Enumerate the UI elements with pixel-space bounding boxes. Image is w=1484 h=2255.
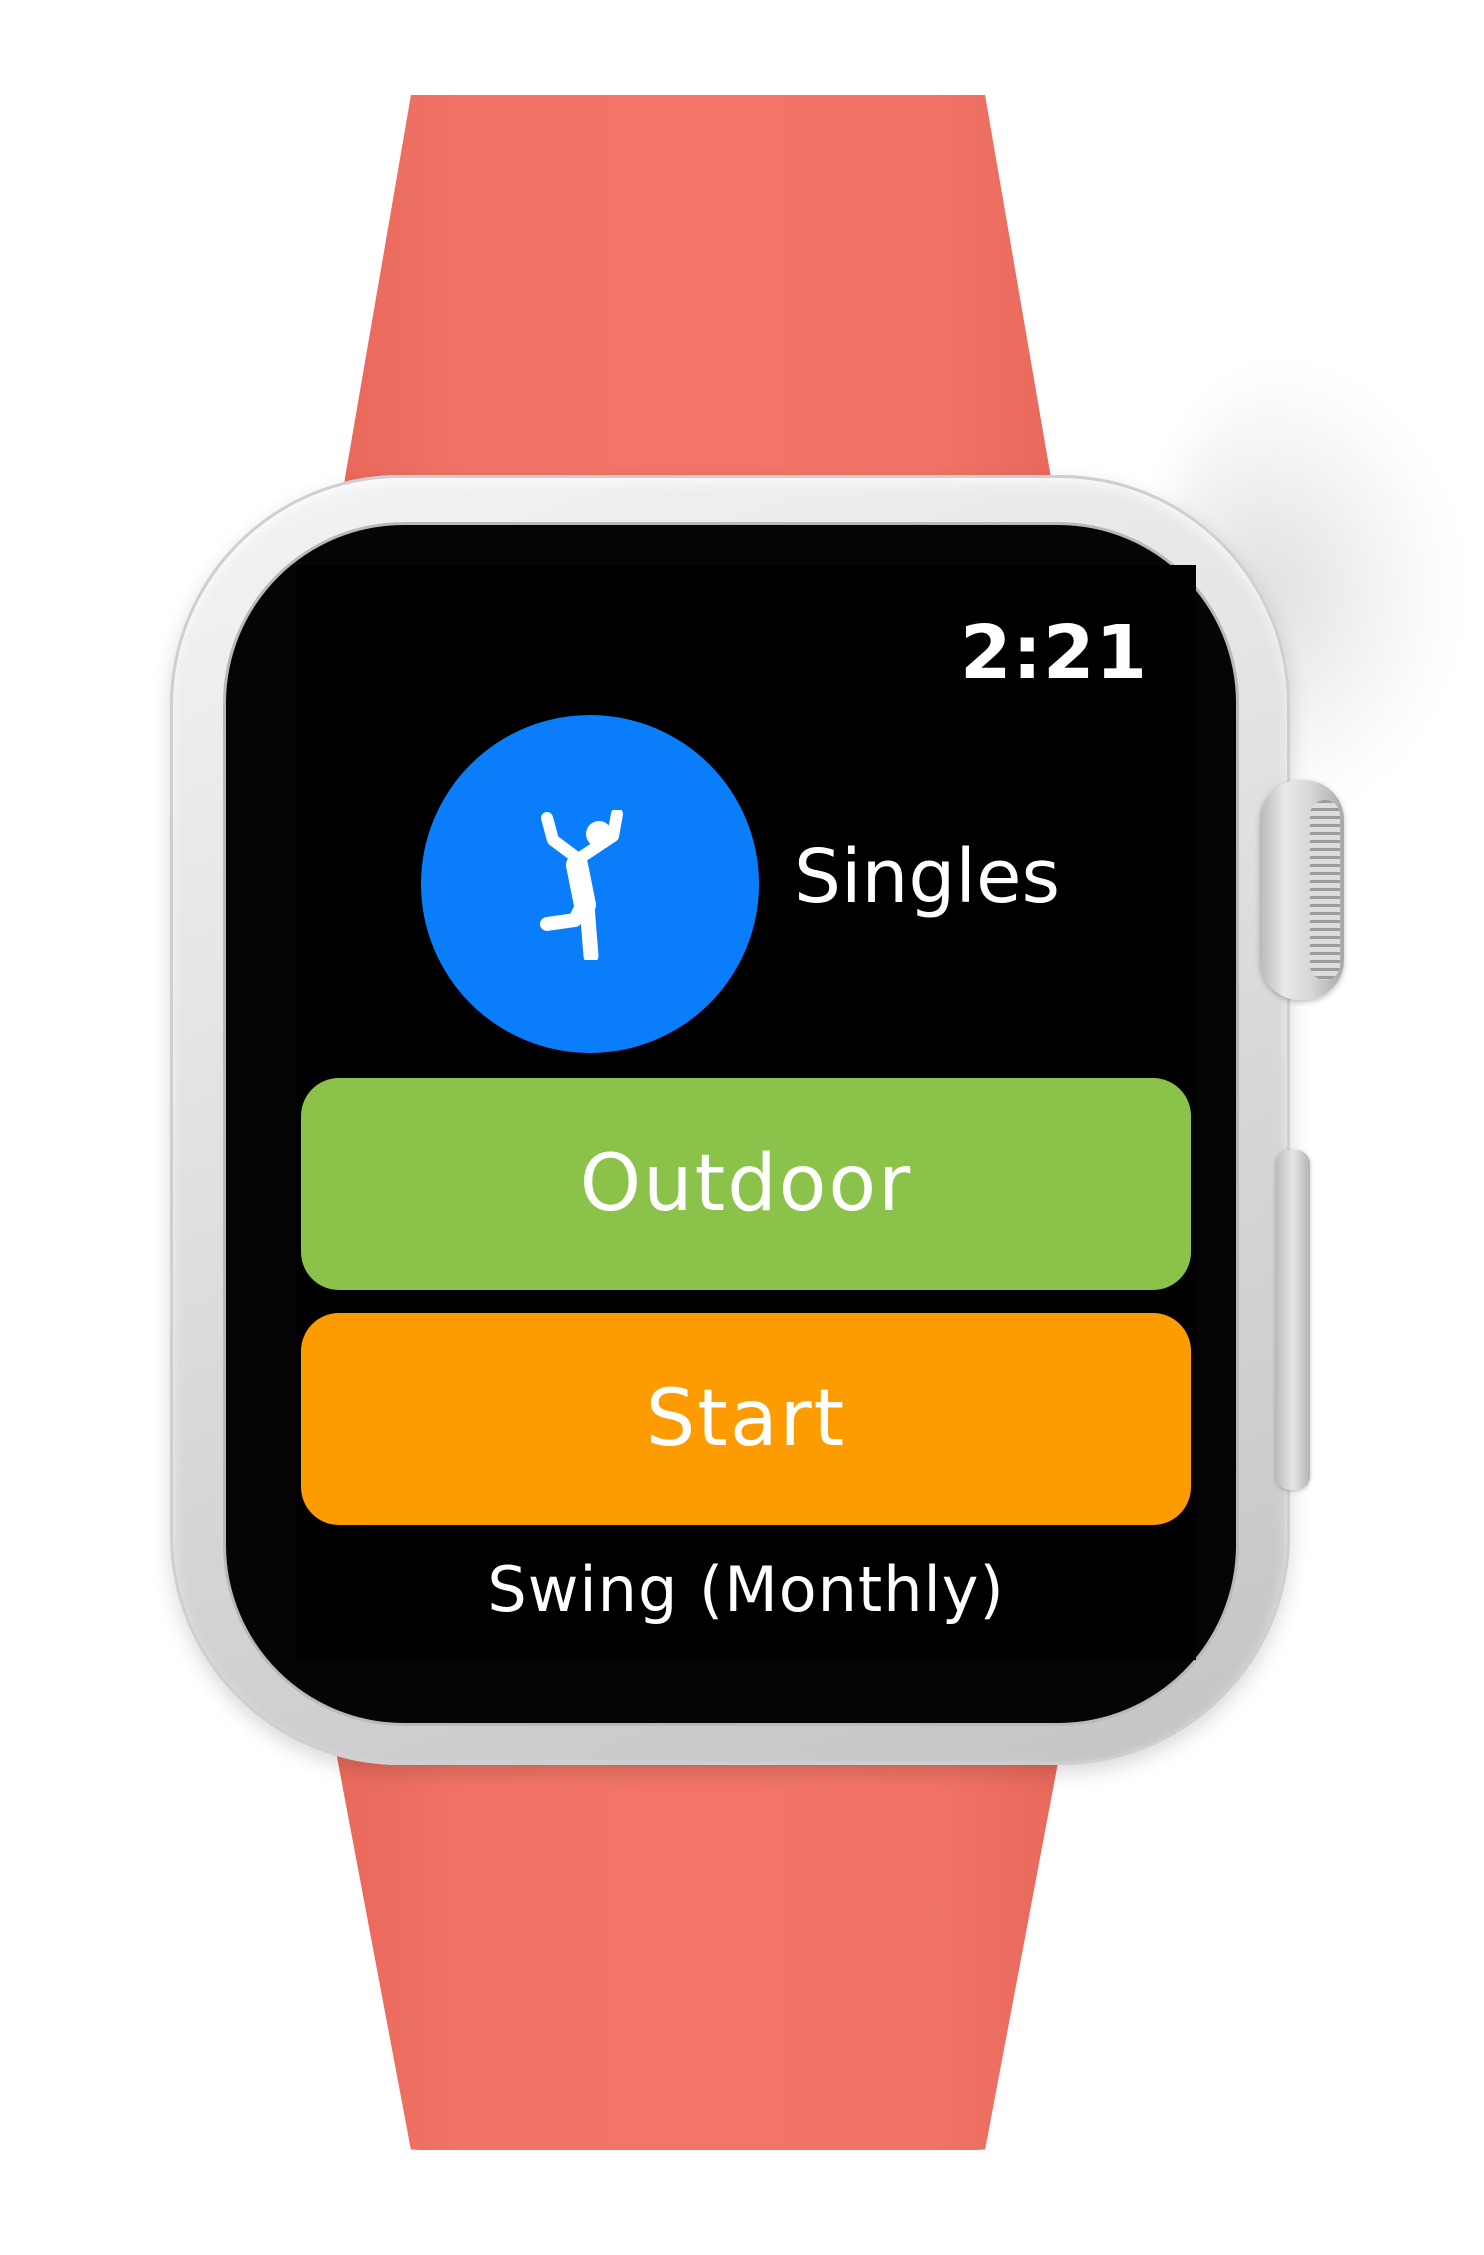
watch-mockup: 2:21 Singles Outdoor Start Swing (Monthl…	[0, 0, 1484, 2255]
outdoor-button-label: Outdoor	[579, 1139, 913, 1229]
jumping-person-icon	[540, 810, 623, 960]
watch-screen: 2:21 Singles Outdoor Start Swing (Monthl…	[296, 565, 1196, 1660]
subscription-label: Swing (Monthly)	[487, 1553, 1005, 1626]
start-button[interactable]: Start	[301, 1313, 1191, 1525]
watch-band-bottom	[330, 1720, 1066, 2150]
activity-icon-button[interactable]	[421, 715, 759, 1053]
start-button-label: Start	[645, 1374, 847, 1464]
outdoor-button[interactable]: Outdoor	[301, 1078, 1191, 1290]
digital-crown-ridges	[1310, 800, 1340, 980]
status-time: 2:21	[959, 610, 1148, 696]
activity-label: Singles	[794, 834, 1061, 920]
side-button[interactable]	[1276, 1150, 1310, 1490]
